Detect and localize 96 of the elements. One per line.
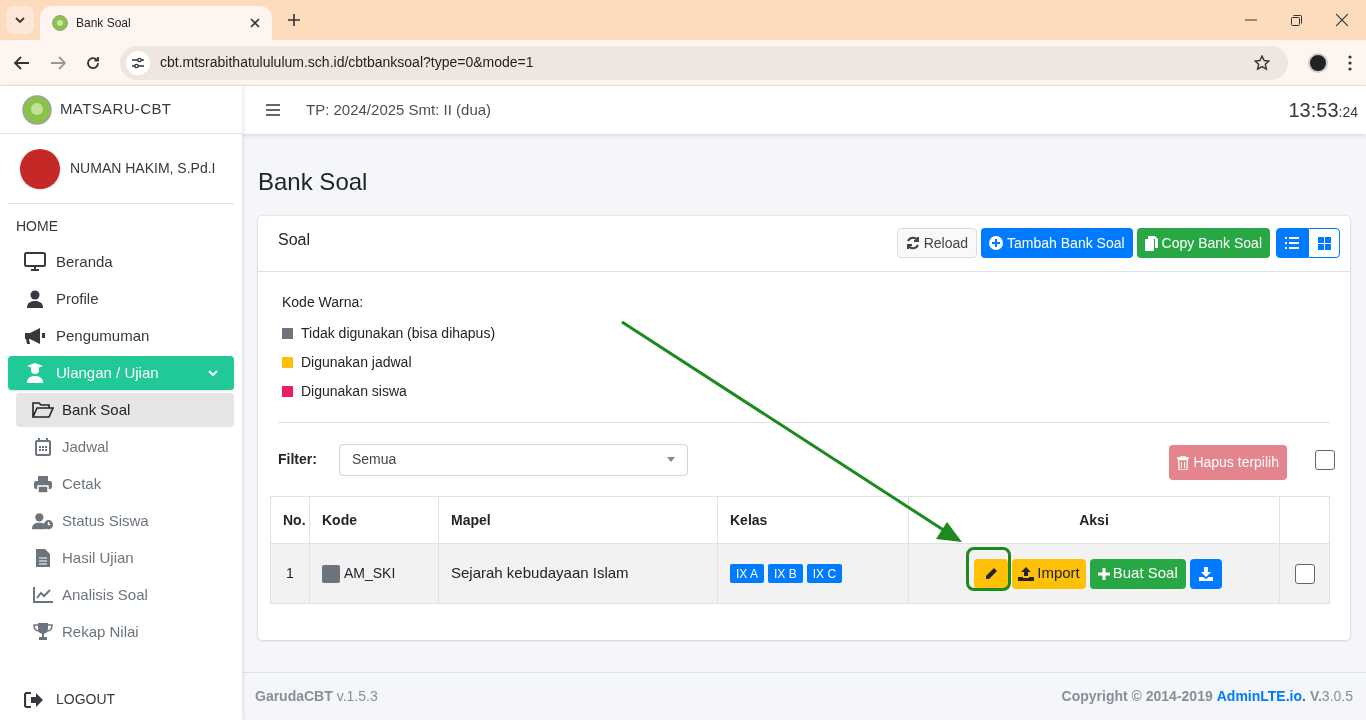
copy-icon bbox=[1144, 235, 1158, 251]
trash-icon bbox=[1177, 455, 1190, 470]
user-clock-icon bbox=[32, 512, 54, 530]
site-settings-icon[interactable] bbox=[126, 50, 150, 75]
user-name: NUMAN HAKIM, S.Pd.I bbox=[70, 159, 216, 178]
school-logo-icon bbox=[52, 15, 68, 31]
pencil-icon bbox=[984, 567, 998, 580]
adminlte-link[interactable]: AdminLTE.io. bbox=[1216, 686, 1306, 707]
dropdown-caret-icon bbox=[666, 457, 675, 462]
view-toggle-button[interactable] bbox=[1308, 228, 1340, 258]
line-chart-icon bbox=[33, 587, 53, 603]
reload-icon[interactable] bbox=[86, 55, 100, 70]
column-header: Kode bbox=[322, 511, 357, 528]
tab-title: Bank Soal bbox=[76, 15, 132, 32]
printer-icon bbox=[34, 475, 52, 493]
school-period: TP: 2024/2025 Smt: II (dua) bbox=[306, 99, 492, 120]
toolbar-button[interactable]: Reload bbox=[896, 228, 978, 258]
download-button[interactable] bbox=[1189, 558, 1222, 589]
list-icon bbox=[1285, 237, 1299, 249]
toolbar-button[interactable]: Copy Bank Soal bbox=[1136, 228, 1270, 258]
sidebar-subitem[interactable]: Analisis Soal bbox=[16, 578, 234, 612]
edit-button[interactable] bbox=[974, 558, 1009, 589]
row-checkbox[interactable] bbox=[1294, 564, 1315, 585]
trophy-icon bbox=[33, 623, 53, 641]
framework-version: V.3.0.5 bbox=[1309, 687, 1353, 706]
column-header: Kelas bbox=[730, 511, 768, 528]
chevron-down-icon bbox=[15, 17, 25, 23]
column-header: No. bbox=[283, 511, 306, 528]
filter-label: Filter: bbox=[278, 450, 317, 469]
browser-tab[interactable]: Bank Soal bbox=[40, 6, 272, 40]
plus-icon bbox=[1097, 567, 1110, 580]
url-text: cbt.mtsrabithatulululum.sch.id/cbtbanksoal?type=0&mode=1 bbox=[160, 53, 535, 72]
graduate-icon bbox=[25, 363, 45, 383]
monitor-icon bbox=[24, 252, 46, 272]
table-cell: 1 bbox=[286, 565, 294, 581]
plus-circle-icon bbox=[989, 236, 1004, 250]
app-version: GarudaCBT v.1.5.3 bbox=[255, 687, 378, 706]
highlight-ring bbox=[966, 547, 1011, 591]
sidebar-subitem[interactable]: Rekap Nilai bbox=[16, 615, 234, 649]
sidebar-subitem[interactable]: Cetak bbox=[16, 467, 234, 501]
page-title: Bank Soal bbox=[258, 167, 368, 197]
legend-title: Kode Warna: bbox=[282, 293, 364, 312]
new-tab-icon[interactable] bbox=[288, 14, 300, 26]
megaphone-icon bbox=[24, 327, 46, 345]
sidebar-item[interactable]: Pengumuman bbox=[8, 319, 234, 353]
class-tag: IX A bbox=[730, 564, 764, 583]
calendar-icon bbox=[35, 438, 51, 456]
select-all-checkbox[interactable] bbox=[1315, 449, 1335, 470]
sidebar-subitem[interactable]: Bank Soal bbox=[16, 393, 234, 427]
toolbar-button[interactable]: Tambah Bank Soal bbox=[981, 228, 1133, 258]
star-icon[interactable] bbox=[1254, 54, 1270, 71]
menu-icon[interactable] bbox=[266, 104, 280, 116]
legend-label: Digunakan siswa bbox=[301, 382, 407, 401]
sidebar-item[interactable]: Beranda bbox=[8, 245, 234, 279]
brand-text[interactable]: MATSARU-CBT bbox=[60, 98, 172, 121]
view-toggle-button[interactable] bbox=[1276, 228, 1308, 258]
forward-arrow-icon[interactable] bbox=[50, 55, 66, 70]
document-icon bbox=[36, 549, 50, 567]
download-icon bbox=[1198, 566, 1213, 581]
copyright-text: Copyright © 2014-2019 bbox=[1061, 687, 1213, 706]
more-menu-icon[interactable] bbox=[1348, 54, 1352, 71]
refresh-icon bbox=[905, 236, 920, 250]
column-header: Aksi bbox=[1079, 511, 1109, 528]
user-avatar bbox=[20, 148, 60, 189]
sidebar-subitem[interactable]: Jadwal bbox=[16, 430, 234, 464]
upload-icon bbox=[1018, 566, 1035, 581]
back-arrow-icon[interactable] bbox=[14, 55, 30, 70]
profile-avatar[interactable] bbox=[1308, 52, 1328, 73]
grid-icon bbox=[1317, 236, 1331, 250]
create-button[interactable]: Buat Soal bbox=[1089, 558, 1186, 589]
table-cell-text: AM_SKI bbox=[344, 564, 396, 583]
sidebar-item[interactable]: Profile bbox=[8, 282, 234, 316]
sign-out-icon bbox=[24, 691, 44, 708]
column-header: Mapel bbox=[451, 511, 491, 528]
close-icon[interactable] bbox=[1336, 14, 1348, 26]
class-tag: IX B bbox=[768, 564, 803, 583]
folder-icon bbox=[32, 402, 54, 418]
filter-dropdown[interactable]: Semua bbox=[338, 443, 688, 476]
school-logo-icon bbox=[22, 94, 52, 125]
card-title: Soal bbox=[278, 230, 311, 250]
legend-label: Digunakan jadwal bbox=[301, 353, 412, 372]
sidebar-header: HOME bbox=[15, 217, 59, 236]
address-bar[interactable]: cbt.mtsrabithatulululum.sch.id/cbtbanksoal?type=0&mode=1 bbox=[120, 45, 1288, 80]
logout-link[interactable]: LOGOUT bbox=[0, 689, 242, 710]
user-icon bbox=[26, 290, 44, 308]
restore-icon[interactable] bbox=[1291, 14, 1302, 26]
sidebar-subitem[interactable]: Hasil Ujian bbox=[16, 541, 234, 575]
clock-time: 13:53 bbox=[1288, 98, 1339, 123]
close-icon[interactable] bbox=[250, 18, 260, 28]
legend-label: Tidak digunakan (bisa dihapus) bbox=[301, 324, 496, 343]
sidebar-subitem[interactable]: Status Siswa bbox=[16, 504, 234, 538]
clock-seconds: :24 bbox=[1338, 104, 1358, 122]
import-button[interactable]: Import bbox=[1012, 558, 1086, 589]
tab-list-button[interactable] bbox=[6, 6, 34, 34]
table-cell: Sejarah kebudayaan Islam bbox=[451, 564, 629, 582]
class-tag: IX C bbox=[806, 564, 843, 583]
